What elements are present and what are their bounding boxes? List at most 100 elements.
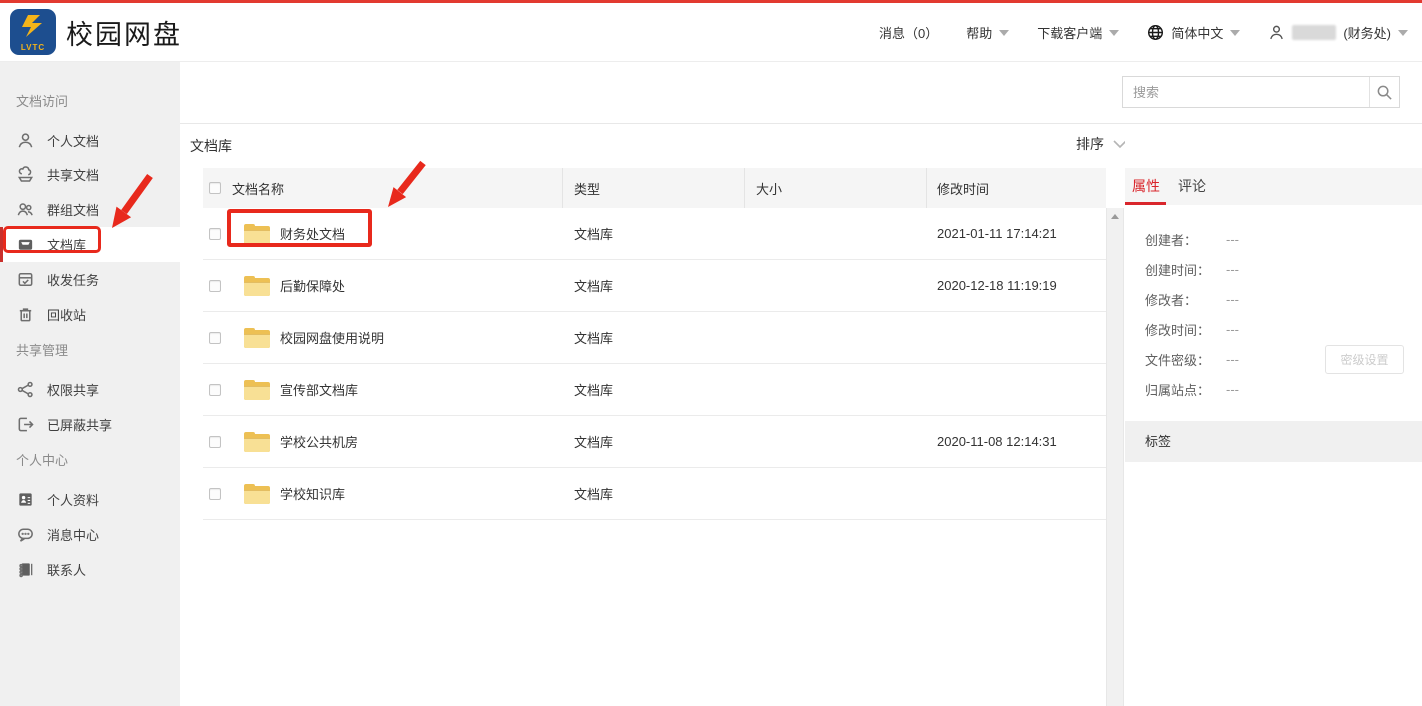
table-row[interactable]: 宣传部文档库 文档库 — [203, 364, 1106, 416]
search-icon — [1376, 84, 1393, 101]
row-checkbox[interactable] — [209, 384, 221, 396]
sidebar-item-label: 群组文档 — [47, 200, 99, 219]
field-site: 归属站点： --- — [1145, 374, 1406, 404]
help-label: 帮助 — [966, 23, 992, 42]
sort-label: 排序 — [1076, 134, 1104, 154]
sort-dropdown[interactable]: 排序 — [1076, 134, 1127, 154]
column-header-name[interactable]: 文档名称 — [232, 179, 284, 198]
document-name[interactable]: 学校知识库 — [280, 484, 345, 503]
sidebar-item-permission-share[interactable]: 权限共享 — [0, 372, 180, 407]
table-row[interactable]: 后勤保障处 文档库 2020-12-18 11:19:19 — [203, 260, 1106, 312]
search-box — [1122, 76, 1400, 108]
chevron-down-icon — [1230, 30, 1240, 36]
row-checkbox[interactable] — [209, 488, 221, 500]
table-row[interactable]: 学校公共机房 文档库 2020-11-08 12:14:31 — [203, 416, 1106, 468]
vertical-scrollbar[interactable] — [1106, 208, 1124, 706]
details-panel: 属性 评论 创建者： --- 创建时间： --- 修改者： --- 修改时间： … — [1125, 124, 1422, 706]
field-modifier: 修改者： --- — [1145, 284, 1406, 314]
sidebar-item-label: 收发任务 — [47, 270, 99, 289]
document-type: 文档库 — [563, 484, 745, 503]
profile-card-icon — [16, 490, 35, 509]
sidebar-item-blocked-share[interactable]: 已屏蔽共享 — [0, 407, 180, 442]
contacts-book-icon — [16, 560, 35, 579]
row-checkbox[interactable] — [209, 228, 221, 240]
tab-properties[interactable]: 属性 — [1131, 176, 1161, 205]
sidebar-item-recycle-bin[interactable]: 回收站 — [0, 297, 180, 332]
topbar-menu: 消息（0） 帮助 下载客户端 简体中文 — [879, 3, 1408, 62]
sidebar-item-label: 个人文档 — [47, 131, 99, 150]
document-name[interactable]: 财务处文档 — [280, 224, 345, 243]
search-input[interactable] — [1123, 77, 1369, 107]
field-modify-time: 修改时间： --- — [1145, 314, 1406, 344]
table-row[interactable]: 财务处文档 文档库 2021-01-11 17:14:21 — [203, 208, 1106, 260]
user-name-redacted — [1292, 25, 1336, 40]
document-name[interactable]: 学校公共机房 — [280, 432, 358, 451]
language-menu[interactable]: 简体中文 — [1147, 23, 1240, 42]
sidebar-item-label: 已屏蔽共享 — [47, 415, 112, 434]
download-client-menu[interactable]: 下载客户端 — [1037, 23, 1119, 42]
sidebar-item-send-receive-tasks[interactable]: 收发任务 — [0, 262, 180, 297]
table-row[interactable]: 校园网盘使用说明 文档库 — [203, 312, 1106, 364]
sidebar: 文档访问 个人文档 共享文档 群组文档 — [0, 62, 180, 706]
sidebar-item-label: 共享文档 — [47, 165, 99, 184]
folder-icon — [244, 276, 270, 296]
document-modified: 2020-12-18 11:19:19 — [927, 278, 1106, 293]
folder-icon — [244, 432, 270, 452]
sidebar-item-shared-docs[interactable]: 共享文档 — [0, 157, 180, 192]
sidebar-section-personal-center: 个人中心 — [16, 444, 68, 478]
language-label: 简体中文 — [1171, 23, 1223, 42]
column-header-size[interactable]: 大小 — [745, 168, 927, 208]
column-header-modified[interactable]: 修改时间 — [927, 168, 1106, 208]
table-row[interactable]: 学校知识库 文档库 — [203, 468, 1106, 520]
document-modified: 2021-01-11 17:14:21 — [927, 226, 1106, 241]
topbar: LVTC 校园网盘 消息（0） 帮助 下载客户端 简体中文 — [0, 3, 1422, 62]
user-menu[interactable]: (财务处) — [1268, 23, 1408, 42]
messages-label: 消息（0） — [879, 23, 938, 42]
document-type: 文档库 — [563, 380, 745, 399]
column-header-type[interactable]: 类型 — [563, 168, 745, 208]
sidebar-item-label: 联系人 — [47, 560, 86, 579]
tasks-icon — [16, 270, 35, 289]
row-checkbox[interactable] — [209, 332, 221, 344]
folder-icon — [244, 328, 270, 348]
sidebar-item-group-docs[interactable]: 群组文档 — [0, 192, 180, 227]
messages-link[interactable]: 消息（0） — [879, 23, 938, 42]
user-icon — [16, 131, 35, 150]
help-menu[interactable]: 帮助 — [966, 23, 1009, 42]
document-table: 文档名称 类型 大小 修改时间 财务处文档 文档库 2021-01-11 17:… — [203, 168, 1106, 520]
sidebar-item-label: 回收站 — [47, 305, 86, 324]
document-name[interactable]: 校园网盘使用说明 — [280, 328, 384, 347]
tab-comments[interactable]: 评论 — [1177, 176, 1207, 205]
scrollbar-up-arrow-icon[interactable] — [1111, 214, 1119, 219]
share-nodes-icon — [16, 380, 35, 399]
document-type: 文档库 — [563, 328, 745, 347]
folder-icon — [244, 484, 270, 504]
search-strip — [180, 62, 1422, 124]
document-name[interactable]: 宣传部文档库 — [280, 380, 358, 399]
security-level-button[interactable]: 密级设置 — [1325, 345, 1404, 374]
document-modified: 2020-11-08 12:14:31 — [927, 434, 1106, 449]
sidebar-section-doc-access: 文档访问 — [16, 85, 68, 119]
sidebar-item-document-library[interactable]: 文档库 — [0, 227, 180, 262]
chevron-down-icon — [999, 30, 1009, 36]
brand[interactable]: LVTC 校园网盘 — [10, 9, 182, 55]
row-checkbox[interactable] — [209, 436, 221, 448]
sidebar-item-personal-docs[interactable]: 个人文档 — [0, 123, 180, 158]
sidebar-item-contacts[interactable]: 联系人 — [0, 552, 180, 587]
user-icon — [1268, 24, 1285, 41]
sidebar-item-label: 文档库 — [47, 235, 86, 254]
sidebar-item-message-center[interactable]: 消息中心 — [0, 517, 180, 552]
sidebar-item-profile[interactable]: 个人资料 — [0, 482, 180, 517]
group-icon — [16, 200, 35, 219]
search-button[interactable] — [1369, 77, 1399, 107]
row-checkbox[interactable] — [209, 280, 221, 292]
properties-fields: 创建者： --- 创建时间： --- 修改者： --- 修改时间： --- 文件… — [1145, 224, 1406, 404]
tags-section-header: 标签 — [1125, 421, 1422, 462]
chevron-down-icon — [1398, 30, 1408, 36]
select-all-checkbox[interactable] — [209, 182, 221, 194]
document-name[interactable]: 后勤保障处 — [280, 276, 345, 295]
library-tray-icon — [16, 235, 35, 254]
trash-icon — [16, 305, 35, 324]
campus-netdisk-app: LVTC 校园网盘 消息（0） 帮助 下载客户端 简体中文 — [0, 0, 1422, 706]
globe-icon — [1147, 24, 1164, 41]
